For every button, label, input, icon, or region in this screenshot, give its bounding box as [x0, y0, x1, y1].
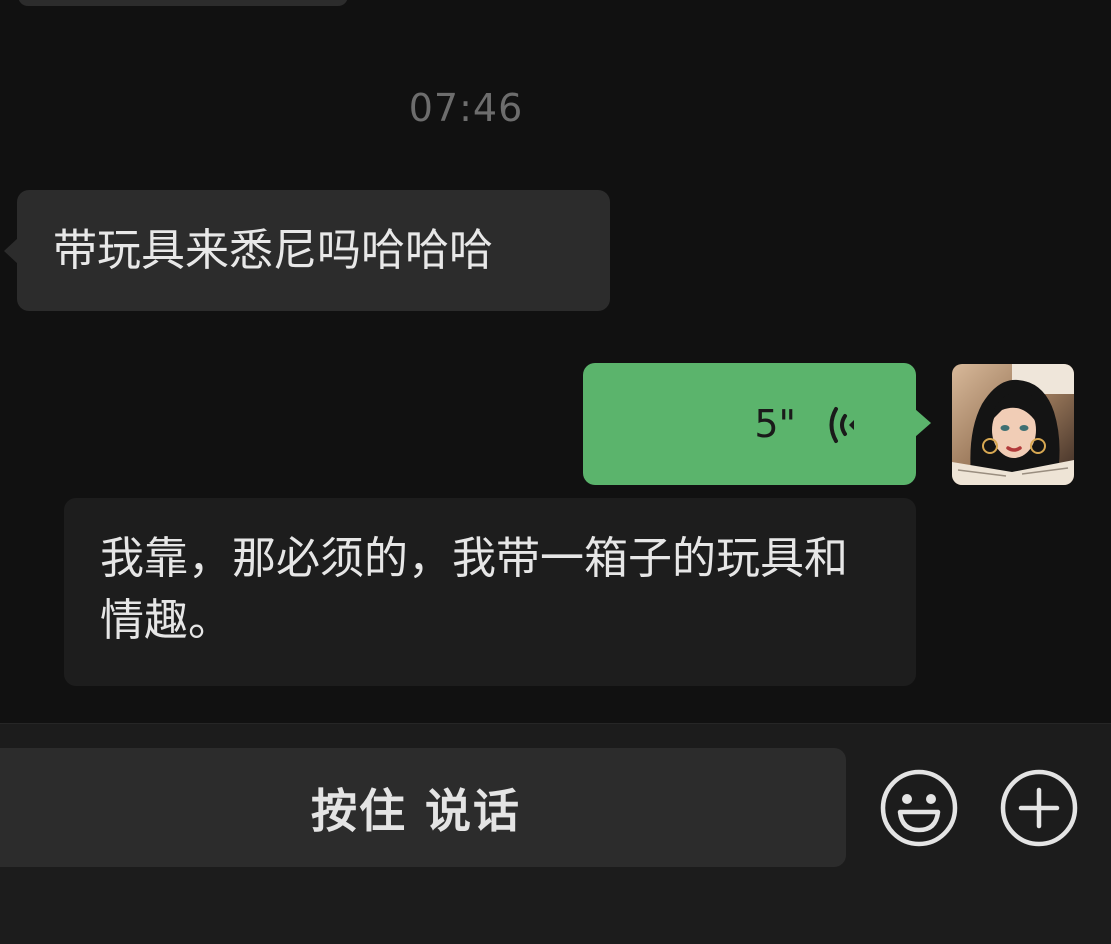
chat-screen: 07:46 带玩具来悉尼吗哈哈哈 5" 我靠，那必须的，我带一箱子的玩具和情趣。…: [0, 0, 1111, 944]
message-timestamp: 07:46: [408, 86, 524, 130]
avatar-image: [952, 364, 1074, 485]
avatar[interactable]: [952, 364, 1074, 485]
message-text: 带玩具来悉尼吗哈哈哈: [53, 225, 493, 276]
voice-wave-icon: [829, 407, 854, 443]
incoming-message-bubble[interactable]: 我靠，那必须的，我带一箱子的玩具和情趣。: [64, 498, 916, 686]
hold-to-talk-button[interactable]: 按住 说话: [0, 748, 846, 867]
voice-duration: 5": [754, 402, 796, 446]
message-text: 我靠，那必须的，我带一箱子的玩具和情趣。: [100, 533, 848, 646]
incoming-message-bubble[interactable]: 带玩具来悉尼吗哈哈哈: [4, 190, 610, 311]
plus-circle-icon[interactable]: [999, 768, 1079, 848]
previous-message-bubble[interactable]: [18, 0, 348, 6]
input-toolbar: 按住 说话: [0, 723, 1111, 944]
voice-message-bubble[interactable]: 5": [583, 363, 931, 485]
emoji-smile-icon[interactable]: [879, 768, 959, 848]
